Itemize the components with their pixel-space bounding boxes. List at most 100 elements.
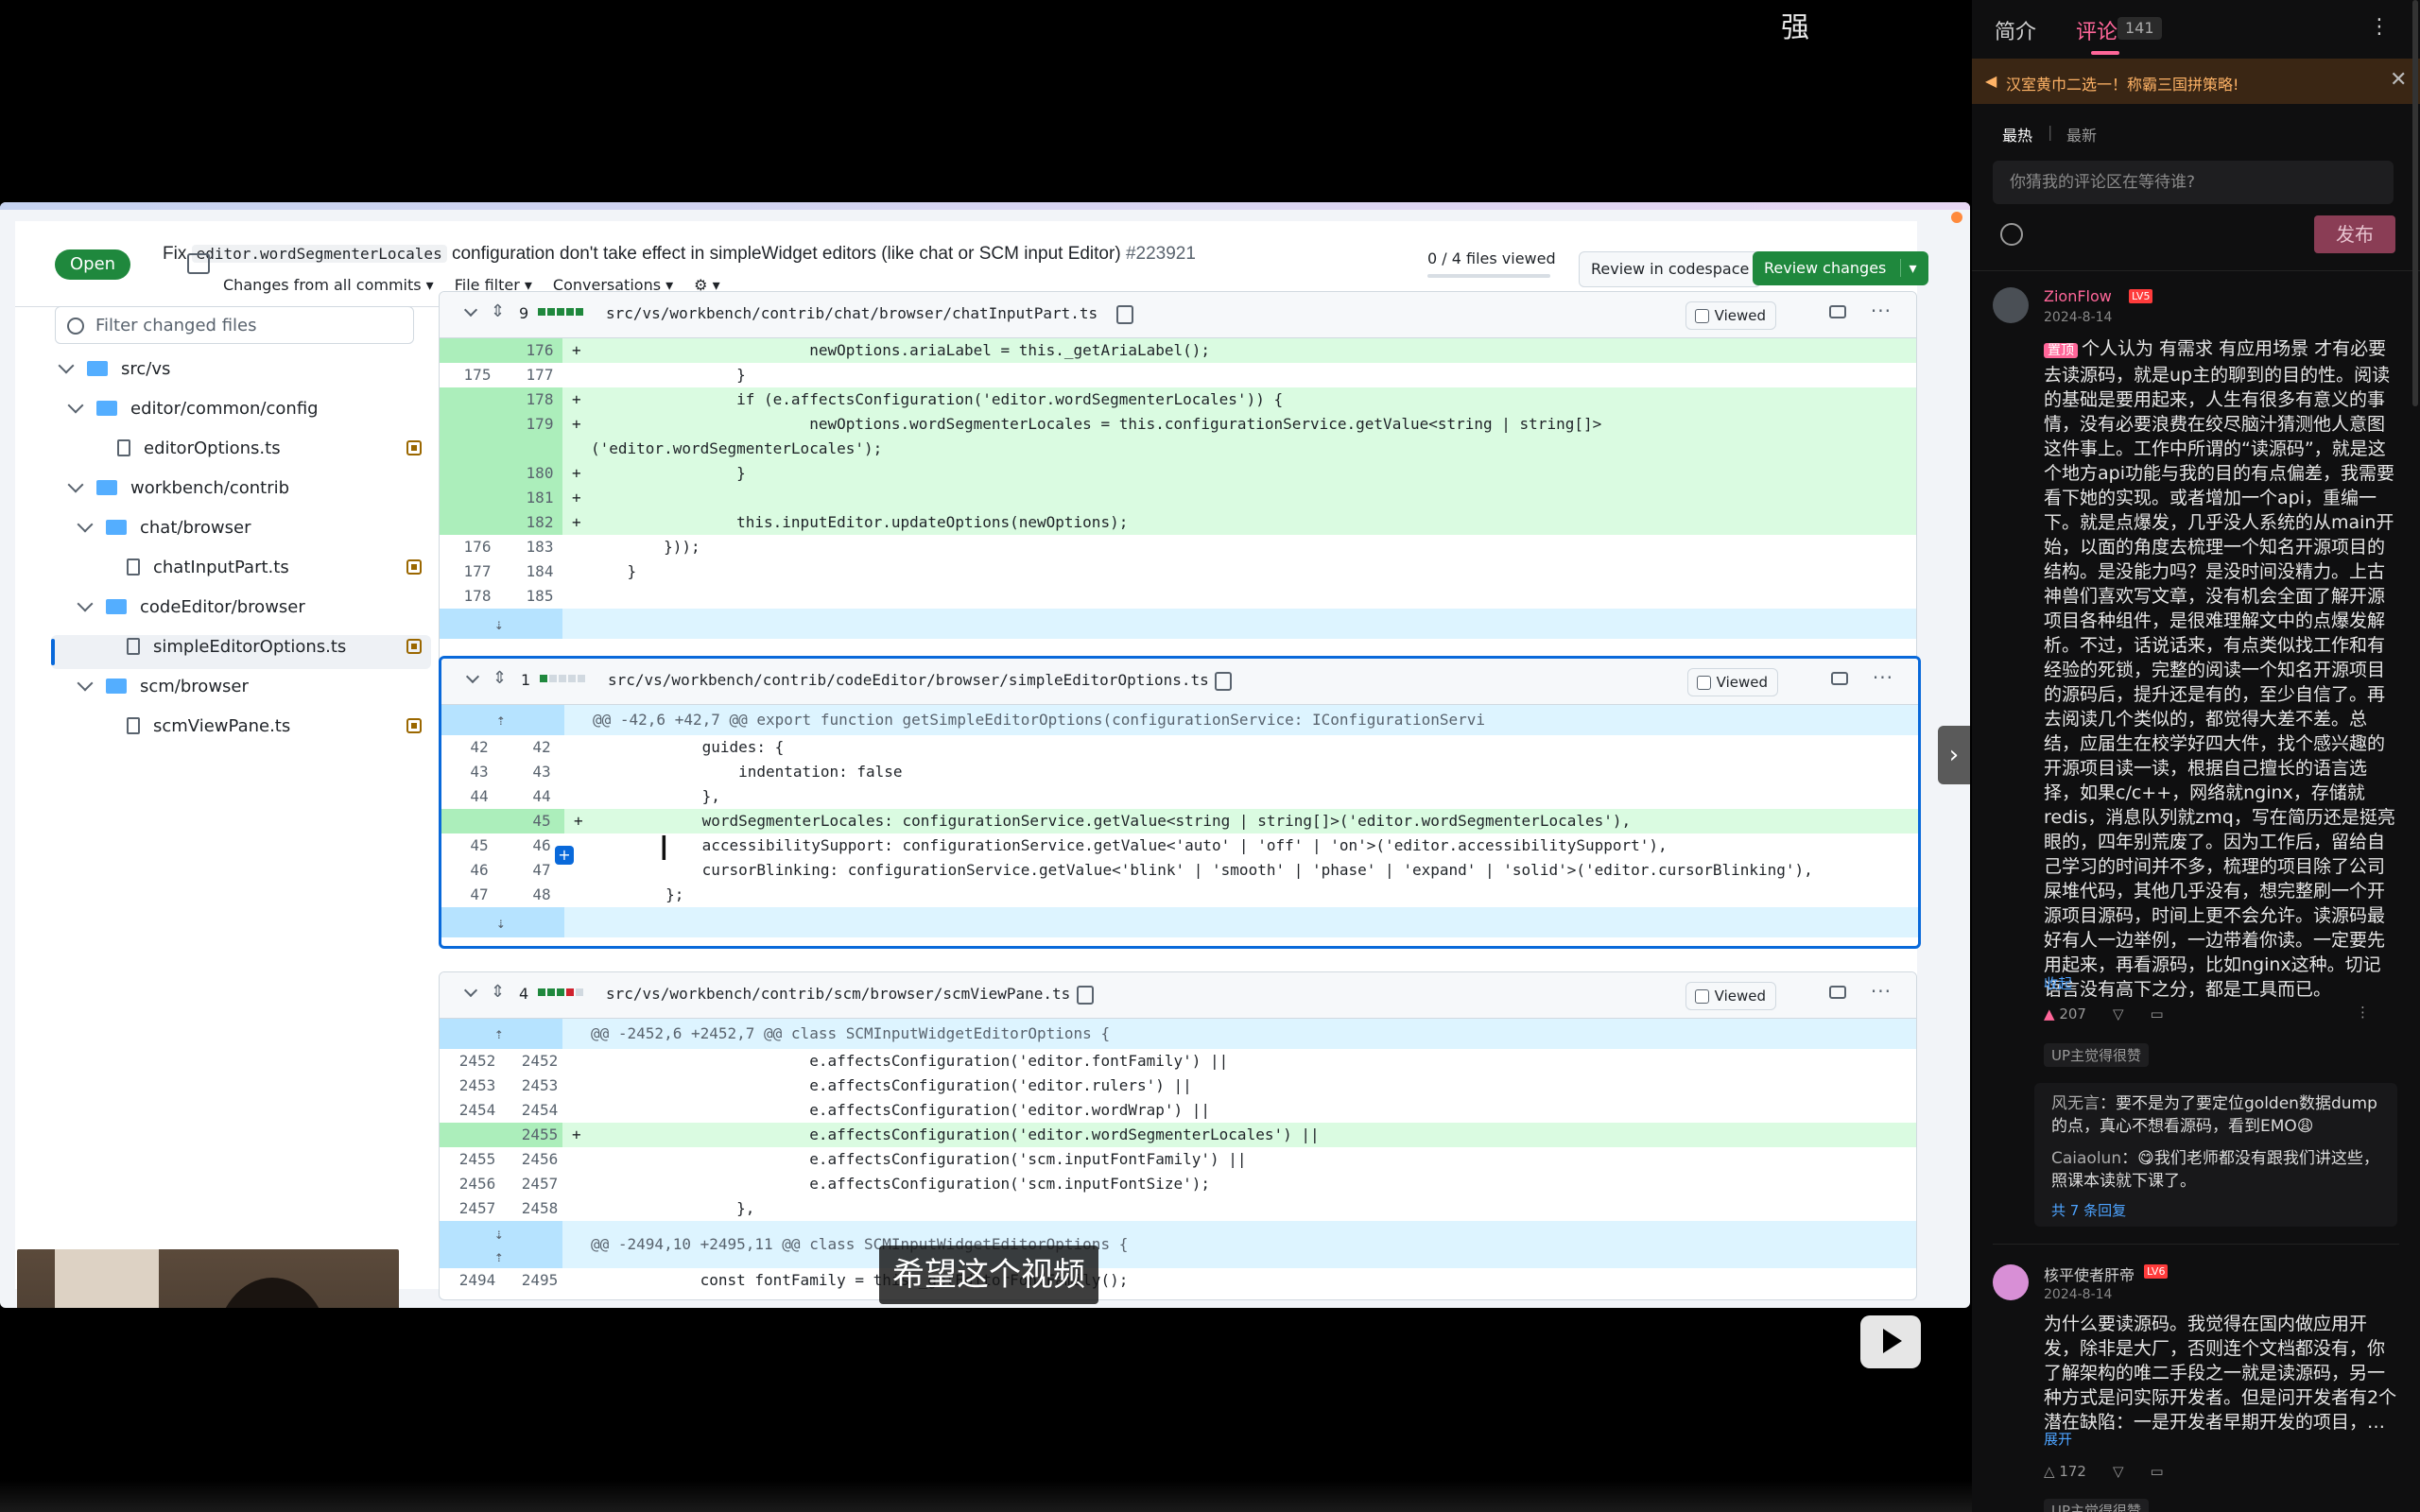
comment-username[interactable]: 核平使者肝帝 [2044,1263,2135,1285]
file-path[interactable]: src/vs/workbench/contrib/scm/browser/scm… [606,985,1070,1003]
new-line-number[interactable]: 182 [511,510,568,535]
new-line-number[interactable]: 45 [513,809,570,833]
tree-file-editoroptions[interactable]: editorOptions.ts [117,431,281,465]
video-player[interactable]: 强 Open Fix editor.wordSegmenterLocales c… [0,0,1972,1512]
scrollbar[interactable] [2412,0,2418,406]
tree-file-simpleeditoroptions[interactable]: simpleEditorOptions.ts [127,629,346,663]
old-line-number[interactable]: 47 [451,883,508,907]
tree-file-chatinputpart[interactable]: chatInputPart.ts [127,550,289,584]
collapse-chevron-icon[interactable] [465,669,480,684]
old-line-number[interactable]: 2457 [449,1196,506,1221]
more-replies-link[interactable]: 共 7 条回复 [2051,1200,2126,1220]
new-line-number[interactable]: 48 [513,883,570,907]
reply-icon[interactable]: ▭ [2151,1005,2164,1022]
expand-both-icon[interactable]: ⇣ ⇡ [494,1223,504,1268]
post-button[interactable]: 发布 [2314,215,2395,253]
copy-icon[interactable] [1215,672,1232,691]
thumbs-down-icon[interactable]: ▽ [2113,1005,2124,1022]
close-icon[interactable]: ✕ [2390,68,2407,92]
emoji-icon[interactable] [2000,223,2023,246]
expand-lines-row[interactable]: ⇣ [440,609,1916,639]
new-line-number[interactable]: 2454 [511,1098,568,1123]
reply-icon[interactable]: ▭ [2151,1463,2164,1480]
bilibili-tv-icon[interactable] [1860,1315,1921,1368]
old-line-number[interactable]: 2452 [449,1049,506,1074]
old-line-number[interactable]: 178 [449,584,506,609]
video-progress-area[interactable] [0,1480,1972,1512]
new-line-number[interactable]: 43 [513,760,570,784]
old-line-number[interactable]: 2453 [449,1074,506,1098]
more-options-icon[interactable]: ··· [1871,300,1892,322]
viewed-checkbox[interactable]: Viewed [1685,301,1776,330]
like-button[interactable]: △ 172 [2044,1463,2086,1480]
expand-all-icon[interactable]: ⇕ [491,301,505,321]
tree-file-scmviewpane[interactable]: scmViewPane.ts [127,709,290,743]
comment-icon[interactable] [1831,672,1848,685]
new-line-number[interactable]: 42 [513,735,570,760]
next-page-chevron-icon[interactable]: › [1938,726,1970,784]
like-button[interactable]: ▲ 207 [2044,1005,2086,1022]
more-options-icon[interactable]: ⋮ [2369,15,2390,39]
add-comment-plus-icon[interactable]: + [555,846,574,865]
old-line-number[interactable]: 176 [449,535,506,559]
more-options-icon[interactable]: ⋮ [2356,1004,2370,1021]
filter-changed-files-input[interactable]: Filter changed files [55,306,414,344]
new-line-number[interactable]: 177 [511,363,568,387]
old-line-number[interactable]: 2456 [449,1172,506,1196]
new-line-number[interactable]: 176 [511,338,568,363]
tree-folder-src-vs[interactable]: src/vs [58,352,170,386]
avatar[interactable] [1993,1264,2029,1300]
comment-icon[interactable] [1829,986,1846,999]
tree-folder-chat-browser[interactable]: chat/browser [77,510,251,544]
new-line-number[interactable]: 2453 [511,1074,568,1098]
copy-icon[interactable] [1077,986,1094,1005]
expand-down-icon[interactable]: ⇣ [496,911,506,936]
collapse-chevron-icon[interactable] [463,302,478,318]
sidebar-toggle-icon[interactable] [187,253,210,274]
file-path[interactable]: src/vs/workbench/contrib/codeEditor/brow… [608,671,1209,689]
new-line-number[interactable]: 183 [511,535,568,559]
tree-folder-scm-browser[interactable]: scm/browser [77,669,249,703]
review-changes-button[interactable]: Review changes ▾ [1753,251,1928,285]
expand-lines-row[interactable]: ⇣ [441,907,1918,937]
viewed-checkbox[interactable]: Viewed [1686,668,1778,696]
new-line-number[interactable]: 178 [511,387,568,412]
review-in-codespace-button[interactable]: Review in codespace [1579,251,1762,287]
old-line-number[interactable]: 43 [451,760,508,784]
expand-all-icon[interactable]: ⇕ [491,982,505,1002]
comment-icon[interactable] [1829,305,1846,318]
reply-username[interactable]: Caiaolun [2051,1149,2121,1168]
tab-comments[interactable]: 评论 [2076,15,2118,45]
new-line-number[interactable]: 2458 [511,1196,568,1221]
notice-banner[interactable]: ◀ 汉室黄巾二选一！称霸三国拼策略! ✕ [1972,59,2420,104]
expand-up-icon[interactable]: ⇡ [494,1019,504,1049]
old-line-number[interactable]: 2455 [449,1147,506,1172]
tab-intro[interactable]: 简介 [1995,15,2036,45]
sort-hot-tab[interactable]: 最热 [2002,123,2032,146]
old-line-number[interactable]: 45 [451,833,508,858]
thumbs-down-icon[interactable]: ▽ [2113,1463,2124,1480]
old-line-number[interactable]: 44 [451,784,508,809]
avatar[interactable] [1993,287,2029,323]
new-line-number[interactable]: 2455 [511,1123,568,1147]
expand-up-icon[interactable]: ⇡ [496,705,506,735]
new-line-number[interactable]: 184 [511,559,568,584]
sort-new-tab[interactable]: 最新 [2066,123,2097,146]
old-line-number[interactable]: 46 [451,858,508,883]
viewed-checkbox[interactable]: Viewed [1685,982,1776,1010]
more-options-icon[interactable]: ··· [1873,666,1893,689]
reply-username[interactable]: 风无言 [2051,1094,2100,1113]
old-line-number[interactable]: 175 [449,363,506,387]
new-line-number[interactable]: 179 [511,412,568,437]
notice-text[interactable]: 汉室黄巾二选一！称霸三国拼策略! [2006,72,2238,94]
collapse-link[interactable]: 收起 [2044,973,2072,993]
more-options-icon[interactable]: ··· [1871,980,1892,1003]
new-line-number[interactable]: 2457 [511,1172,568,1196]
old-line-number[interactable]: 42 [451,735,508,760]
tree-folder-editor-common-config[interactable]: editor/common/config [67,391,319,425]
tree-folder-codeeditor-browser[interactable]: codeEditor/browser [77,590,305,624]
new-line-number[interactable]: 185 [511,584,568,609]
new-line-number[interactable]: 180 [511,461,568,486]
collapse-chevron-icon[interactable] [463,983,478,998]
new-line-number[interactable]: 2452 [511,1049,568,1074]
